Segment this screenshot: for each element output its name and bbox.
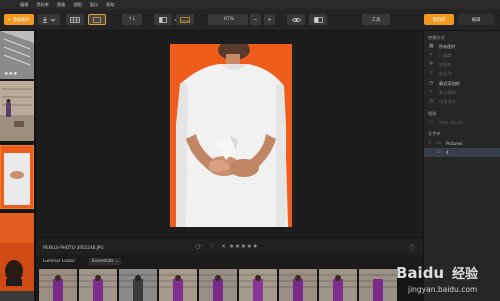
filmstrip-toggle-button[interactable] (176, 14, 194, 25)
export-icon (43, 16, 56, 23)
zoom-level-value: 67% (224, 17, 235, 22)
look-thumbnail[interactable] (79, 269, 117, 301)
looks-category-select[interactable]: Essentials ⌄ (89, 258, 122, 265)
tab-library[interactable]: 资料库 (424, 14, 454, 25)
looks-bar: Luminar Looks: Essentials ⌄ (37, 255, 423, 268)
albums-header: 相册 (428, 110, 437, 116)
baidu-watermark: Baidu 经验 jingyan.baidu.com (392, 258, 498, 298)
edit-icon: ✎ (429, 90, 434, 95)
look-thumbnail[interactable] (199, 269, 237, 301)
image-preview-area (37, 31, 423, 237)
menu-bar: 编辑 资料库 图像 视图 窗口 帮助 (0, 0, 500, 9)
add-photos-button[interactable]: + 添加照片 (4, 14, 34, 25)
sidebar-item-recently-edited[interactable]: ✎ 最近编辑 (424, 88, 500, 97)
look-thumbnail[interactable] (319, 269, 357, 301)
menu-image[interactable]: 图像 (57, 2, 65, 8)
quick-access-header: 快捷方式 (428, 34, 445, 40)
new-album-button[interactable]: ▭ New Album (424, 118, 500, 127)
sidebar-item-all-photos[interactable]: ▦ 所有图片 (424, 42, 500, 51)
look-thumbnail[interactable] (279, 269, 317, 301)
wand-icon: ✦ (429, 53, 434, 58)
trash-icon: ▤ (429, 99, 434, 104)
zoom-level-select[interactable]: 67% (208, 14, 248, 25)
grid-icon (70, 16, 80, 23)
zoom-in-button[interactable]: + (264, 14, 275, 25)
main-photo[interactable] (170, 44, 292, 227)
thumbnail-portrait[interactable] (0, 213, 34, 301)
look-thumbnail[interactable] (159, 269, 197, 301)
menu-library[interactable]: 资料库 (36, 2, 49, 8)
svg-text:★★★: ★★★ (4, 71, 18, 77)
heart-icon[interactable]: ○· (195, 243, 202, 250)
file-name: PEXELS-PHOTO-3952248.JPG (43, 245, 104, 250)
watermark-suffix: 经验 (452, 266, 479, 282)
thumbnail-street[interactable] (0, 81, 34, 141)
folders-header: 文件夹 (428, 130, 441, 136)
menu-help[interactable]: 帮助 (106, 2, 114, 8)
sidebar-item-quick-clear[interactable]: ▤ 快速清除 (424, 97, 500, 106)
sort-button[interactable]: ↑↓ (122, 14, 142, 25)
folder-icon: ▭ (436, 141, 441, 146)
menu-edit[interactable]: 编辑 (20, 2, 28, 8)
star-rating[interactable]: ★★★★★ (229, 243, 258, 250)
left-filmstrip: ★★★ (0, 31, 36, 301)
looks-filmstrip (37, 268, 423, 301)
folder-icon: ▭ (436, 150, 441, 155)
tools-dropdown[interactable]: 工具 (362, 14, 390, 25)
favorite-heart-icon[interactable]: ♡ (209, 243, 214, 250)
grid-view-button[interactable] (66, 14, 84, 25)
single-view-icon (93, 16, 101, 23)
look-thumbnail[interactable] (39, 269, 77, 301)
sidebar-item-edited[interactable]: ✦ 已编辑 (424, 51, 500, 60)
compare-button[interactable] (309, 14, 327, 25)
eye-icon (291, 17, 301, 22)
thumbnail-building[interactable]: ★★★ (0, 31, 34, 79)
reject-icon[interactable]: ✕ (221, 243, 226, 250)
watermark-url: jingyan.baidu.com (407, 285, 477, 294)
info-icon[interactable]: ⓘ (409, 243, 415, 252)
clock-icon: ◷ (429, 81, 434, 86)
menu-window[interactable]: 窗口 (90, 2, 98, 8)
reject-icon: ✕ (429, 71, 434, 76)
folder-item-pictures[interactable]: › ▭ Pictures (424, 139, 500, 148)
look-thumbnail[interactable] (239, 269, 277, 301)
heart-icon: ♥ (429, 62, 434, 67)
preview-toggle-button[interactable] (287, 14, 305, 25)
tab-edit[interactable]: 编辑 (458, 14, 494, 25)
toolbar: + 添加照片 ↑↓ 67% − + 工具 资料库 编辑 (0, 9, 500, 31)
thumbnail-hands-selected[interactable] (0, 145, 34, 209)
export-button[interactable] (38, 14, 60, 25)
album-icon: ▭ (429, 120, 434, 125)
compare-icon (313, 16, 323, 23)
folder-item-4[interactable]: ▭ 4 (424, 148, 500, 157)
grid-icon: ▦ (429, 44, 434, 49)
watermark-brand: Baidu (396, 264, 444, 282)
filmstrip-icon (180, 16, 190, 23)
single-image-view-button[interactable] (88, 14, 106, 25)
sidebar-item-rejected[interactable]: ✕ 被拒绝 (424, 69, 500, 78)
sidebar-icon (159, 16, 167, 23)
sidebar-item-recently-added[interactable]: ◷ 最近添加的 (424, 79, 500, 88)
image-info-bar: PEXELS-PHOTO-3952248.JPG ○· ♡ ✕ ★★★★★ ⓘ (37, 237, 423, 255)
zoom-out-button[interactable]: − (250, 14, 261, 25)
menu-view[interactable]: 视图 (73, 2, 81, 8)
sidebar-item-favorites[interactable]: ♥ 收藏夹 (424, 60, 500, 69)
looks-label: Luminar Looks: (43, 259, 76, 264)
chevron-right-icon: › (429, 141, 431, 146)
look-thumbnail[interactable] (119, 269, 157, 301)
panel-toggle-button[interactable] (154, 14, 172, 25)
